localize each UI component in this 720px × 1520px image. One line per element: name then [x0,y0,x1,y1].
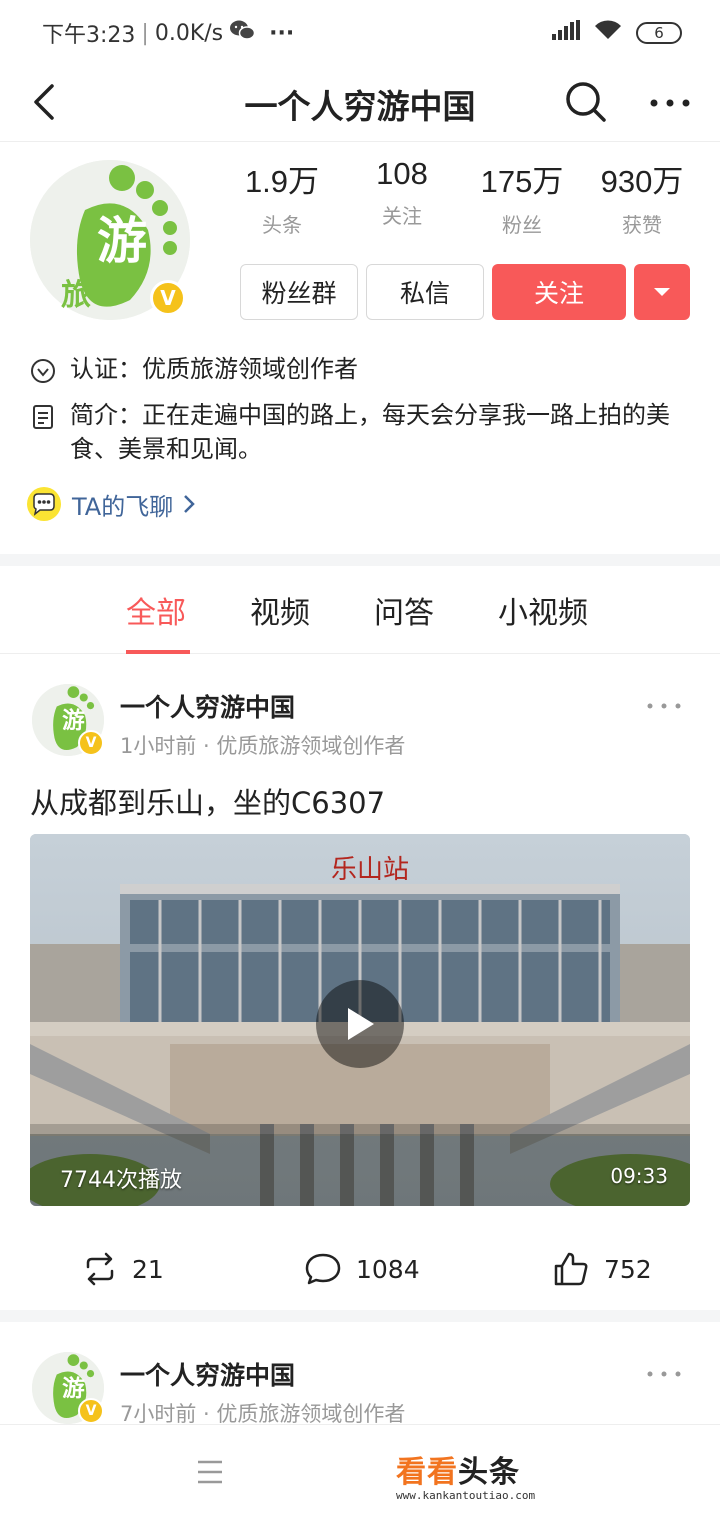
post-more-icon[interactable] [644,696,684,716]
status-more-dots: ··· [269,20,295,46]
feiliao-chat-link[interactable]: TA的飞聊 [26,486,195,522]
like-button[interactable]: 752 [552,1246,652,1292]
battery-level: 6 [654,24,664,42]
fan-group-button[interactable]: 粉丝群 [240,264,358,320]
tab-qa[interactable]: 问答 [374,588,434,632]
stat-label: 头条 [262,213,302,237]
follow-dropdown-button[interactable] [634,264,690,320]
post-author[interactable]: 一个人穷游中国 [120,688,295,724]
post-avatar[interactable]: 游 V [32,1352,104,1424]
section-divider [0,554,720,566]
wifi-icon [594,19,622,47]
comment-button[interactable]: 1084 [304,1246,420,1292]
status-speed: 0.0K/s [154,20,224,46]
verified-badge: V [78,730,104,756]
section-divider [0,1310,720,1322]
avatar-logo-char-sub: 旅 [61,278,91,313]
follow-button[interactable]: 关注 [492,264,626,320]
post-avatar[interactable]: 游 V [32,684,104,756]
status-bar: 下午3:23 | 0.0K/s ··· 6 [0,0,720,66]
chat-link-label: TA的飞聊 [72,492,174,521]
post-text[interactable]: 从成都到乐山，坐的C6307 [30,780,385,822]
profile-header: 游 旅 V 1.9万 头条 108 关注 175万 粉丝 930万 获赞 粉丝群… [0,142,720,554]
post-meta: 1小时前 · 优质旅游领域创作者 [120,734,406,758]
verified-badge: V [150,280,186,316]
like-count: 752 [604,1254,652,1284]
post-author[interactable]: 一个人穷游中国 [120,1356,295,1392]
intro-text: 简介：正在走遍中国的路上，每天会分享我一路上拍的美食、美景和见闻。 [70,401,670,463]
message-button[interactable]: 私信 [366,264,484,320]
post-more-icon[interactable] [644,1364,684,1384]
stat-value: 175万 [480,164,564,199]
station-sign: 乐山站 [331,855,409,885]
stat-likes[interactable]: 930万 获赞 [582,156,702,238]
verified-check-icon [31,359,55,383]
comment-count: 1084 [356,1254,420,1284]
stat-label: 关注 [382,204,422,228]
comment-icon [305,1253,341,1285]
watermark-part2: 头条 [458,1455,520,1490]
stat-value: 1.9万 [244,164,320,199]
document-icon [33,405,53,429]
avatar[interactable]: 游 旅 V [30,160,190,320]
tab-all[interactable]: 全部 [126,588,186,632]
stat-value: 108 [376,156,428,191]
play-icon[interactable] [316,980,404,1068]
profile-stats: 1.9万 头条 108 关注 175万 粉丝 930万 获赞 [222,156,702,238]
repost-icon [86,1252,114,1286]
intro-row: 简介：正在走遍中国的路上，每天会分享我一路上拍的美食、美景和见闻。 [30,398,700,466]
chat-bubble-icon [27,487,61,521]
stat-followers[interactable]: 175万 粉丝 [462,156,582,238]
stat-value: 930万 [600,164,684,199]
tab-short-video[interactable]: 小视频 [498,588,588,632]
watermark-url: www.kankantoutiao.com [396,1489,536,1502]
avatar-logo-char: 游 [62,1375,85,1402]
stat-following[interactable]: 108 关注 [342,156,462,238]
play-count: 7744次播放 [60,1168,182,1193]
kankantoutiao-watermark: 看看头条 www.kankantoutiao.com [396,1447,535,1502]
search-icon[interactable] [562,78,610,126]
verify-text: 认证：优质旅游领域创作者 [70,355,358,383]
watermark-part1: 看看 [396,1455,458,1490]
avatar-logo-char: 游 [97,211,147,270]
status-separator: | [141,20,149,46]
repost-count: 21 [132,1254,164,1284]
avatar-logo-char: 游 [62,707,85,734]
caret-down-icon [654,288,670,296]
back-icon[interactable] [26,78,66,126]
verified-badge: V [78,1398,104,1424]
video-thumbnail[interactable]: 乐山站 7744次播放 09:33 [30,834,690,1206]
battery-icon: 6 [636,22,682,44]
page-title: 一个人穷游中国 [244,86,476,126]
stat-label: 粉丝 [502,213,542,237]
status-time: 下午3:23 [42,23,136,48]
more-icon[interactable] [646,88,694,118]
feed-post: 游 V 一个人穷游中国 7小时前 · 优质旅游领域创作者 [0,1322,720,1426]
menu-icon[interactable] [196,1459,224,1485]
verify-row: 认证：优质旅游领域创作者 [30,352,700,386]
video-duration: 09:33 [610,1164,668,1188]
thumbs-up-icon [554,1252,588,1286]
repost-button[interactable]: 21 [82,1246,164,1292]
bottom-nav: 看看头条 www.kankantoutiao.com [0,1424,720,1520]
signal-icon [552,20,580,46]
stat-label: 获赞 [622,213,662,237]
chevron-right-icon [184,495,195,513]
wechat-icon [229,19,256,47]
content-tabs: 全部 视频 问答 小视频 [0,566,720,654]
stat-articles[interactable]: 1.9万 头条 [222,156,342,238]
nav-bar: 一个人穷游中国 [0,66,720,142]
tab-video[interactable]: 视频 [250,588,310,632]
